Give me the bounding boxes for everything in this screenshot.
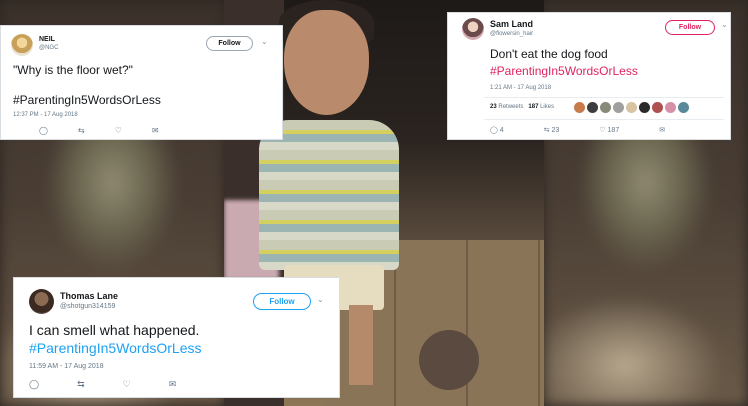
user-handle[interactable]: @shotgun314159 bbox=[60, 303, 115, 310]
reply-icon[interactable]: ◯ bbox=[29, 379, 39, 390]
message-icon[interactable]: ✉ bbox=[659, 126, 665, 134]
retweet-icon[interactable]: ⇆ bbox=[78, 126, 85, 135]
avatar[interactable] bbox=[652, 102, 663, 113]
tweet-timestamp[interactable]: 12:37 PM - 17 Aug 2018 bbox=[13, 112, 78, 118]
photo-shirt bbox=[259, 120, 399, 270]
avatar[interactable] bbox=[11, 34, 33, 56]
tweet-actions: ◯ ⇆ ♡ ✉ bbox=[39, 126, 189, 135]
retweet-action[interactable]: ⇆ 23 bbox=[544, 126, 580, 134]
follow-button[interactable]: Follow bbox=[206, 36, 253, 51]
like-icon[interactable]: ♡ bbox=[123, 379, 131, 390]
hashtag-link[interactable]: #ParentingIn5WordsOrLess bbox=[13, 93, 161, 107]
tweet-actions: ◯ ⇆ ♡ ✉ bbox=[29, 379, 214, 390]
hashtag-link[interactable]: #ParentingIn5WordsOrLess bbox=[29, 340, 202, 356]
avatar[interactable] bbox=[613, 102, 624, 113]
tweet-card: NEIL @NGC Follow ⌄ "Why is the floor wet… bbox=[0, 25, 283, 140]
tweet-card: Thomas Lane @shotgun314159 Follow ⌄ I ca… bbox=[13, 277, 340, 398]
photo-leg bbox=[349, 305, 373, 385]
user-name[interactable]: Thomas Lane bbox=[60, 291, 118, 301]
avatar[interactable] bbox=[678, 102, 689, 113]
likes-count[interactable]: 187 bbox=[528, 104, 538, 110]
chevron-down-icon[interactable]: ⌄ bbox=[721, 20, 728, 29]
photo-head bbox=[284, 10, 369, 115]
avatar[interactable] bbox=[587, 102, 598, 113]
retweet-count: 23 bbox=[551, 127, 560, 134]
avatar[interactable] bbox=[462, 18, 484, 40]
follow-button[interactable]: Follow bbox=[665, 20, 715, 35]
tweet-card: Sam Land @flowersin_hair Follow ⌄ Don't … bbox=[447, 12, 731, 140]
user-handle[interactable]: @flowersin_hair bbox=[490, 31, 533, 37]
divider bbox=[484, 97, 724, 98]
like-icon[interactable]: ♡ bbox=[115, 126, 122, 135]
tweet-text: Don't eat the dog food bbox=[490, 47, 608, 61]
tweet-stats: 23 Retweets 187 Likes bbox=[490, 104, 554, 110]
user-name[interactable]: NEIL bbox=[39, 36, 55, 43]
user-handle[interactable]: @NGC bbox=[39, 45, 58, 51]
retweets-count[interactable]: 23 bbox=[490, 104, 497, 110]
avatar[interactable] bbox=[600, 102, 611, 113]
tweet-timestamp[interactable]: 1:21 AM - 17 Aug 2018 bbox=[490, 85, 551, 91]
liker-avatars bbox=[574, 102, 691, 113]
chevron-down-icon[interactable]: ⌄ bbox=[317, 295, 324, 304]
retweet-icon[interactable]: ⇆ bbox=[77, 379, 85, 390]
avatar[interactable] bbox=[626, 102, 637, 113]
likes-label[interactable]: Likes bbox=[540, 104, 554, 110]
divider bbox=[484, 119, 724, 120]
reply-icon[interactable]: ◯ bbox=[39, 126, 48, 135]
tweet-text: I can smell what happened. bbox=[29, 322, 200, 338]
tweet-timestamp[interactable]: 11:59 AM - 17 Aug 2018 bbox=[29, 363, 104, 370]
avatar[interactable] bbox=[639, 102, 650, 113]
retweets-label[interactable]: Retweets bbox=[498, 104, 523, 110]
like-count: 187 bbox=[607, 127, 620, 134]
message-icon[interactable]: ✉ bbox=[169, 379, 177, 390]
photo-toy bbox=[419, 330, 479, 390]
avatar[interactable] bbox=[665, 102, 676, 113]
hashtag-link[interactable]: #ParentingIn5WordsOrLess bbox=[490, 64, 638, 78]
user-name[interactable]: Sam Land bbox=[490, 19, 533, 29]
avatar[interactable] bbox=[29, 289, 54, 314]
message-icon[interactable]: ✉ bbox=[152, 126, 159, 135]
like-action[interactable]: ♡ 187 bbox=[599, 126, 639, 134]
follow-button[interactable]: Follow bbox=[253, 293, 311, 310]
chevron-down-icon[interactable]: ⌄ bbox=[261, 37, 268, 46]
avatar[interactable] bbox=[574, 102, 585, 113]
tweet-actions: ◯ 4 ⇆ 23 ♡ 187 ✉ bbox=[490, 126, 685, 134]
tweet-text: "Why is the floor wet?" bbox=[13, 63, 133, 77]
reply-action[interactable]: ◯ 4 bbox=[490, 126, 524, 134]
reply-count: 4 bbox=[499, 127, 504, 134]
